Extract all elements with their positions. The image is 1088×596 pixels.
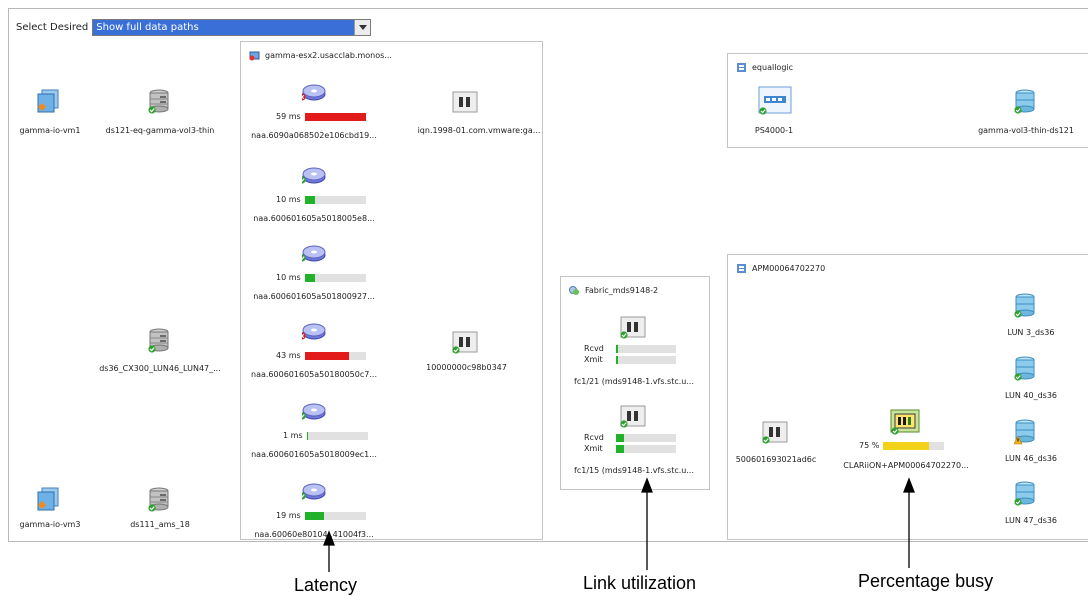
switch-port-icon[interactable] (620, 405, 647, 428)
utilization-meter: Xmit (584, 355, 676, 364)
latency-meter: 10 ms (276, 273, 366, 282)
latency-bar (304, 511, 366, 520)
latency-fill (306, 431, 309, 440)
disk-label: naa.60060e80104..41004f3... (254, 530, 374, 539)
disk-label: naa.6090a068502e106cbd19... (251, 131, 377, 140)
annotation-latency: Latency (294, 575, 358, 595)
disk-label: naa.600601605a5018009ec1... (251, 450, 377, 459)
latency-value: 10 ms (276, 195, 301, 204)
disk-icon[interactable] (302, 83, 328, 101)
utilization-meter: Rcvd (584, 433, 676, 442)
latency-bar (304, 112, 366, 121)
utilization-fill (616, 355, 618, 364)
latency-fill (304, 195, 316, 204)
utilization-meter: Rcvd (584, 344, 676, 353)
latency-meter: 10 ms (276, 195, 366, 204)
latency-meter: 19 ms (276, 511, 366, 520)
lun-label: LUN 40_ds36 (1004, 391, 1058, 400)
latency-bar (304, 351, 366, 360)
utilization-meter: Xmit (584, 444, 676, 453)
utilization-bar (616, 444, 676, 453)
utilization-bar (616, 355, 676, 364)
utilization-bar (616, 433, 676, 442)
utilization-label: Xmit (584, 355, 603, 364)
utilization-label: Rcvd (584, 344, 604, 353)
latency-value: 43 ms (276, 351, 301, 360)
latency-fill (304, 112, 366, 121)
latency-meter: 1 ms (283, 431, 368, 440)
lun-icon[interactable] (1014, 293, 1038, 319)
port-label: fc1/15 (mds9148-1.vfs.stc.u... (574, 466, 694, 475)
utilization-fill (616, 433, 625, 442)
disk-icon[interactable] (302, 482, 328, 500)
lun-icon[interactable] (1014, 481, 1038, 507)
disk-icon[interactable] (302, 322, 328, 340)
disk-label: naa.600601605a50180050c7... (251, 370, 377, 379)
lun-icon[interactable] (1014, 419, 1038, 445)
latency-fill (304, 351, 350, 360)
latency-fill (304, 511, 325, 520)
lun-label: LUN 46_ds36 (1004, 454, 1058, 463)
latency-meter: 43 ms (276, 351, 366, 360)
disk-icon[interactable] (302, 402, 328, 420)
lun-icon[interactable] (1014, 356, 1038, 382)
annotation-percentage-busy: Percentage busy (858, 571, 994, 591)
utilization-bar (616, 344, 676, 353)
latency-bar (306, 431, 368, 440)
latency-bar (304, 195, 366, 204)
utilization-fill (616, 444, 625, 453)
annotation-link-utilization: Link utilization (583, 573, 697, 593)
latency-fill (304, 273, 316, 282)
latency-value: 19 ms (276, 511, 301, 520)
disk-icon[interactable] (302, 244, 328, 262)
utilization-label: Xmit (584, 444, 603, 453)
utilization-fill (616, 344, 618, 353)
latency-value: 59 ms (276, 112, 301, 121)
latency-value: 10 ms (276, 273, 301, 282)
utilization-label: Rcvd (584, 433, 604, 442)
lun-label: LUN 47_ds36 (1004, 516, 1058, 525)
latency-bar (304, 273, 366, 282)
lun-label: LUN 3_ds36 (1007, 328, 1055, 337)
annotation-arrows (323, 477, 915, 572)
switch-port-icon[interactable] (620, 316, 647, 339)
disk-label: naa.600601605a501800927... (253, 292, 375, 301)
latency-meter: 59 ms (276, 112, 366, 121)
port-label: fc1/21 (mds9148-1.vfs.stc.u... (574, 377, 694, 386)
latency-value: 1 ms (283, 431, 303, 440)
disk-icon[interactable] (302, 166, 328, 184)
disk-label: naa.600601605a5018005e8... (253, 214, 375, 223)
